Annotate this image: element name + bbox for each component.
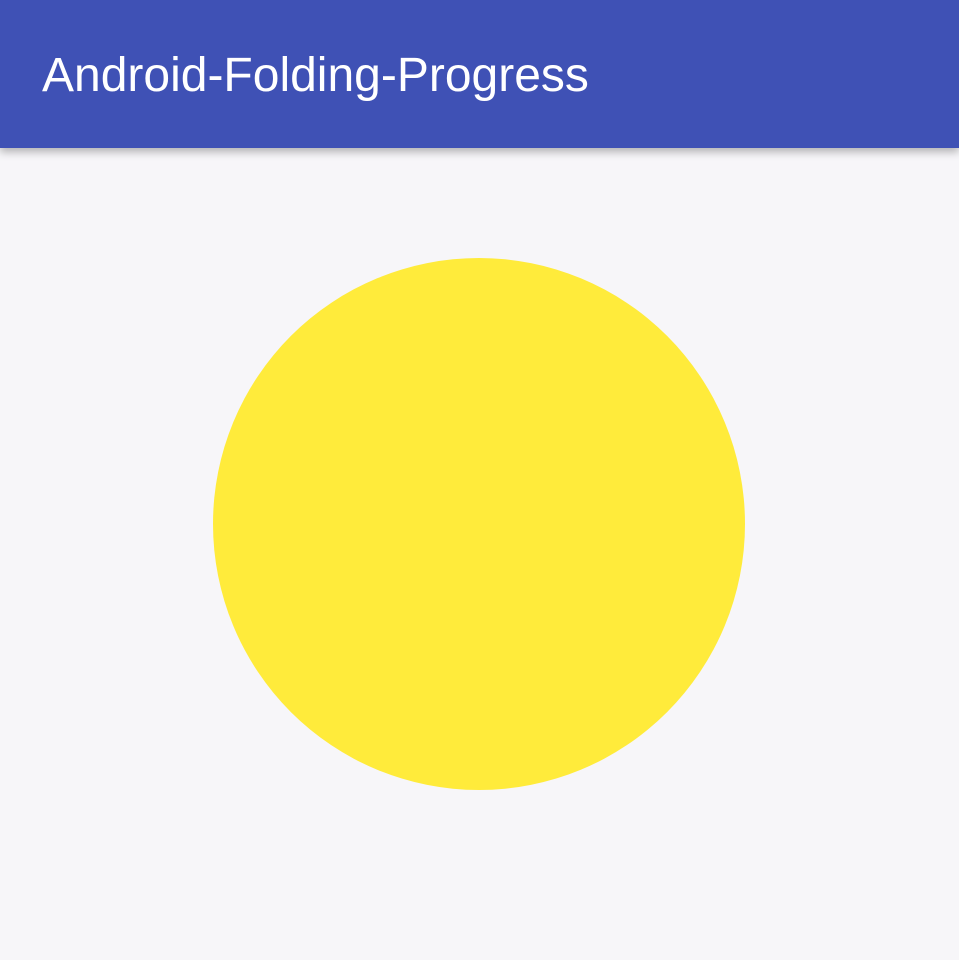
app-window: Android-Folding-Progress (0, 0, 959, 960)
main-content (0, 148, 959, 960)
folding-progress-circle (213, 258, 745, 790)
app-bar: Android-Folding-Progress (0, 0, 959, 148)
app-title: Android-Folding-Progress (42, 49, 589, 102)
